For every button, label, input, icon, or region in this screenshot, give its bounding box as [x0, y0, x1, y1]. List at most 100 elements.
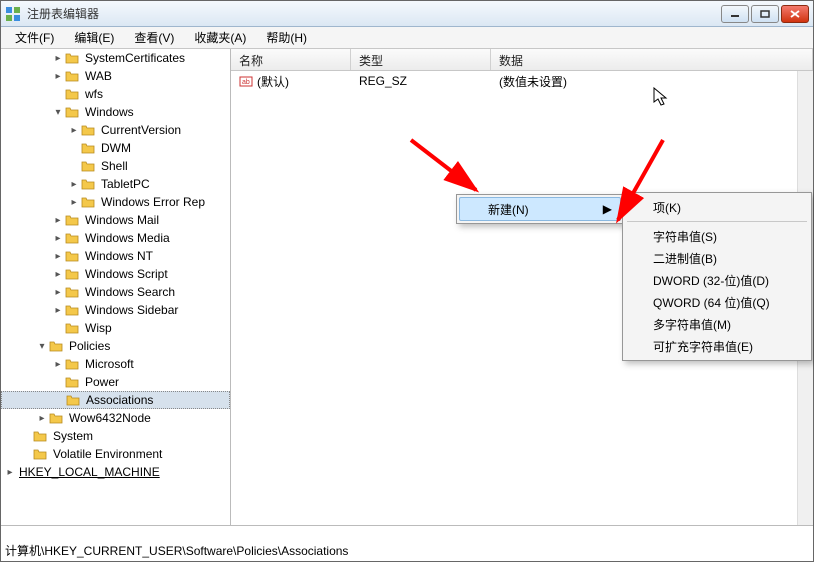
- context-item-label: 新建(N): [488, 201, 529, 218]
- status-bar: 计算机\HKEY_CURRENT_USER\Software\Policies\…: [1, 525, 813, 561]
- tree-expander-icon[interactable]: ▸: [51, 305, 65, 316]
- menu-file[interactable]: 文件(F): [5, 27, 64, 48]
- col-type[interactable]: 类型: [351, 49, 491, 70]
- tree-expander-icon[interactable]: ▾: [35, 341, 49, 352]
- tree-item[interactable]: ▸DWM: [1, 139, 230, 157]
- list-header: 名称 类型 数据: [231, 49, 813, 71]
- context-item-new[interactable]: 新建(N) ▶: [459, 197, 621, 221]
- tree-item[interactable]: ▸wfs: [1, 85, 230, 103]
- svg-text:ab: ab: [242, 79, 250, 86]
- tree-item-label: wfs: [83, 87, 105, 101]
- submenu-item[interactable]: 多字符串值(M): [623, 313, 811, 335]
- col-name[interactable]: 名称: [231, 49, 351, 70]
- window-title: 注册表编辑器: [27, 5, 721, 22]
- folder-icon: [65, 304, 79, 316]
- value-name: (默认): [257, 73, 289, 90]
- tree-item-label: SystemCertificates: [83, 51, 187, 65]
- menu-help[interactable]: 帮助(H): [256, 27, 317, 48]
- value-data: (数值未设置): [491, 71, 813, 92]
- tree-item[interactable]: ▸ TabletPC: [1, 175, 230, 193]
- tree-expander-icon[interactable]: ▸: [35, 413, 49, 424]
- close-button[interactable]: [781, 5, 809, 23]
- tree-item-label: Windows: [83, 105, 136, 119]
- tree-item[interactable]: ▸ Windows Mail: [1, 211, 230, 229]
- folder-icon: [81, 124, 95, 136]
- tree-expander-icon[interactable]: ▸: [51, 233, 65, 244]
- submenu-item[interactable]: DWORD (32-位)值(D): [623, 269, 811, 291]
- submenu-item[interactable]: 项(K): [623, 196, 811, 218]
- folder-icon: [49, 340, 63, 352]
- window-buttons: [721, 5, 809, 23]
- tree-item-label: Windows Search: [83, 285, 177, 299]
- tree-item-label: Windows Media: [83, 231, 172, 245]
- tree-item[interactable]: ▸Microsoft: [1, 355, 230, 373]
- tree-item-label: Wow6432Node: [67, 411, 153, 425]
- tree-item[interactable]: ▸ CurrentVersion: [1, 121, 230, 139]
- folder-icon: [65, 268, 79, 280]
- folder-icon: [65, 88, 79, 100]
- folder-icon: [65, 250, 79, 262]
- tree-item[interactable]: ▸Wisp: [1, 319, 230, 337]
- tree-item[interactable]: ▸ Windows Sidebar: [1, 301, 230, 319]
- submenu-item[interactable]: 可扩充字符串值(E): [623, 335, 811, 357]
- tree-item[interactable]: ▸Windows Script: [1, 265, 230, 283]
- tree-item[interactable]: ▾Policies: [1, 337, 230, 355]
- tree-item-label: Windows NT: [83, 249, 155, 263]
- tree-expander-icon[interactable]: ▸: [51, 287, 65, 298]
- tree-expander-icon[interactable]: ▸: [51, 269, 65, 280]
- folder-icon: [65, 286, 79, 298]
- tree-item[interactable]: ▸ Wow6432Node: [1, 409, 230, 427]
- tree[interactable]: ▸SystemCertificates▸WAB▸wfs▾Windows▸Curr…: [1, 49, 230, 525]
- maximize-button[interactable]: [751, 5, 779, 23]
- tree-item[interactable]: ▸ Windows Media: [1, 229, 230, 247]
- title-bar: 注册表编辑器: [1, 1, 813, 27]
- tree-item-label: CurrentVersion: [99, 123, 183, 137]
- tree-expander-icon[interactable]: ▸: [51, 53, 65, 64]
- folder-icon: [65, 214, 79, 226]
- folder-icon: [81, 160, 95, 172]
- table-row[interactable]: ab (默认) REG_SZ (数值未设置): [231, 71, 813, 91]
- tree-item-label: Windows Sidebar: [83, 303, 180, 317]
- col-data[interactable]: 数据: [491, 49, 813, 70]
- tree-expander-icon[interactable]: ▸: [3, 467, 17, 478]
- minimize-button[interactable]: [721, 5, 749, 23]
- tree-expander-icon[interactable]: ▸: [67, 125, 81, 136]
- folder-icon: [33, 430, 47, 442]
- tree-item[interactable]: ▸Power: [1, 373, 230, 391]
- tree-root-key[interactable]: ▸HKEY_LOCAL_MACHINE: [1, 463, 230, 481]
- folder-icon: [65, 70, 79, 82]
- tree-item-label: Shell: [99, 159, 130, 173]
- submenu-item[interactable]: 字符串值(S): [623, 225, 811, 247]
- string-value-icon: ab: [239, 74, 253, 88]
- tree-item[interactable]: ▸ Windows NT: [1, 247, 230, 265]
- folder-icon: [81, 196, 95, 208]
- tree-expander-icon[interactable]: ▸: [51, 251, 65, 262]
- tree-expander-icon[interactable]: ▸: [67, 179, 81, 190]
- tree-expander-icon[interactable]: ▾: [51, 107, 65, 118]
- menu-favorites[interactable]: 收藏夹(A): [184, 27, 256, 48]
- tree-item-label: Power: [83, 375, 121, 389]
- folder-icon: [33, 448, 47, 460]
- tree-item[interactable]: ▸Windows Error Rep: [1, 193, 230, 211]
- tree-item-label: Windows Mail: [83, 213, 161, 227]
- menu-edit[interactable]: 编辑(E): [64, 27, 124, 48]
- tree-item[interactable]: ▸System: [1, 427, 230, 445]
- tree-item-label: TabletPC: [99, 177, 152, 191]
- tree-item[interactable]: ▸WAB: [1, 67, 230, 85]
- status-path: 计算机\HKEY_CURRENT_USER\Software\Policies\…: [5, 542, 348, 559]
- folder-icon: [81, 178, 95, 190]
- tree-item[interactable]: ▸Volatile Environment: [1, 445, 230, 463]
- submenu-item[interactable]: QWORD (64 位)值(Q): [623, 291, 811, 313]
- submenu-item[interactable]: 二进制值(B): [623, 247, 811, 269]
- tree-expander-icon[interactable]: ▸: [51, 215, 65, 226]
- tree-expander-icon[interactable]: ▸: [67, 197, 81, 208]
- tree-item[interactable]: ▸Shell: [1, 157, 230, 175]
- folder-icon: [65, 106, 79, 118]
- tree-item[interactable]: ▸Associations: [1, 391, 230, 409]
- tree-item[interactable]: ▸ SystemCertificates: [1, 49, 230, 67]
- tree-expander-icon[interactable]: ▸: [51, 71, 65, 82]
- menu-view[interactable]: 查看(V): [124, 27, 184, 48]
- tree-item[interactable]: ▾ Windows: [1, 103, 230, 121]
- tree-expander-icon[interactable]: ▸: [51, 359, 65, 370]
- tree-item[interactable]: ▸ Windows Search: [1, 283, 230, 301]
